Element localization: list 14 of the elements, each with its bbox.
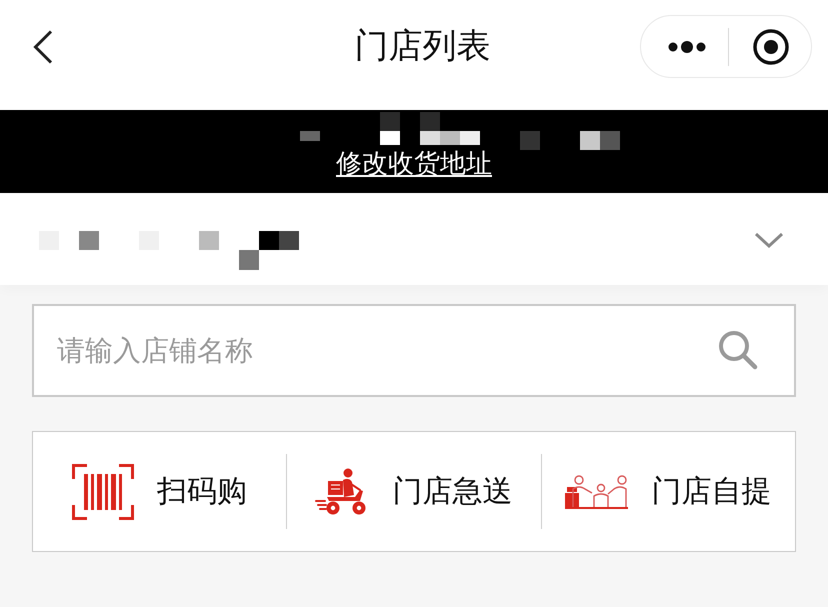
chevron-down-icon[interactable] [754, 232, 784, 248]
more-icon[interactable] [668, 40, 706, 52]
barcode-icon [72, 464, 134, 520]
change-address-link[interactable]: 修改收货地址 [336, 149, 492, 177]
address-row[interactable] [0, 193, 828, 285]
delivery-button[interactable]: 门店急送 [315, 468, 512, 515]
pickup-button[interactable]: 门店自提 [565, 471, 772, 512]
counter-people-icon [565, 474, 628, 508]
search-field[interactable]: 请输入店铺名称 [32, 304, 796, 397]
target-icon[interactable] [753, 28, 789, 64]
scan-shop-button[interactable]: 扫码购 [72, 464, 248, 520]
back-icon[interactable] [33, 30, 53, 64]
page-title: 门店列表 [354, 26, 490, 67]
search-icon[interactable] [718, 330, 758, 370]
